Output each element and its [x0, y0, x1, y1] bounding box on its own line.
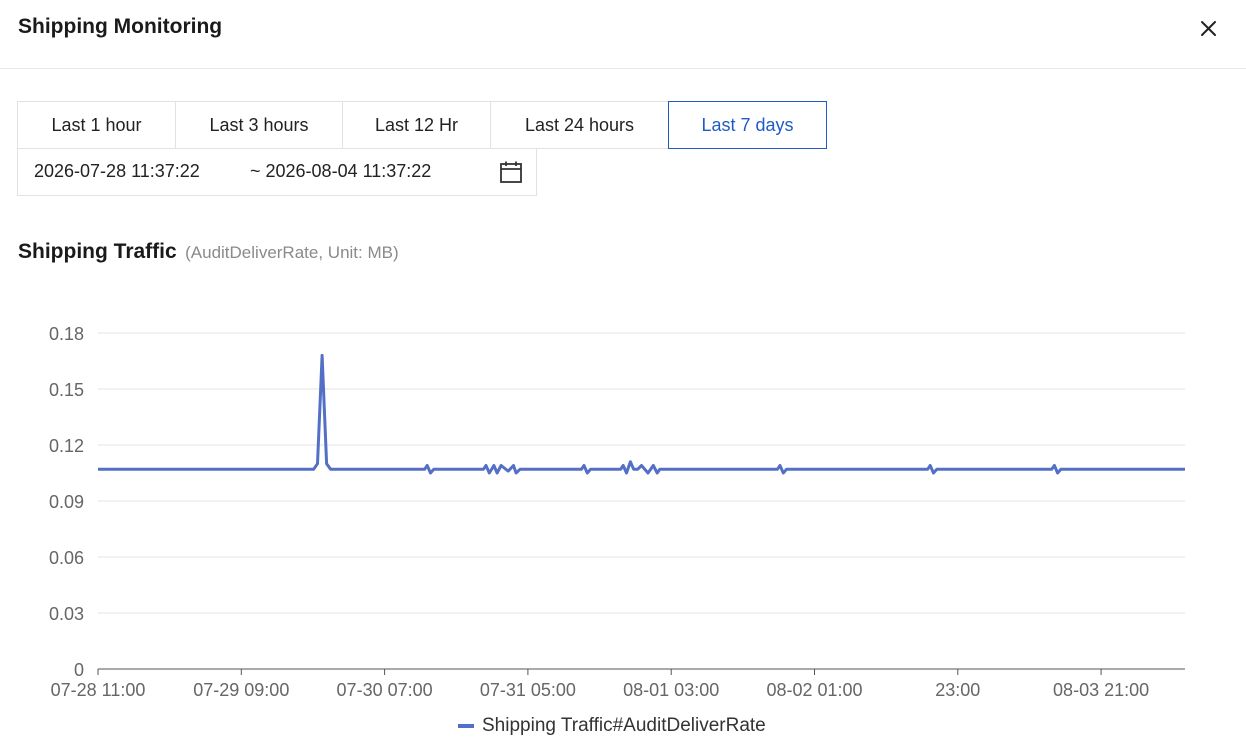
close-icon[interactable]: [1196, 16, 1222, 42]
chart-title: Shipping Traffic (AuditDeliverRate, Unit…: [18, 240, 399, 264]
x-tick-label: 07-30 07:00: [337, 680, 433, 700]
y-tick-label: 0.09: [49, 492, 84, 512]
y-tick-label: 0.15: [49, 380, 84, 400]
calendar-icon[interactable]: [499, 160, 523, 184]
x-tick-label: 08-02 01:00: [766, 680, 862, 700]
chart-title-main: Shipping Traffic: [18, 240, 177, 263]
y-tick-label: 0.12: [49, 436, 84, 456]
x-tick-label: 23:00: [935, 680, 980, 700]
x-tick-label: 08-01 03:00: [623, 680, 719, 700]
x-tick-label: 07-29 09:00: [193, 680, 289, 700]
legend-label: Shipping Traffic#AuditDeliverRate: [482, 715, 766, 736]
date-end: ~ 2026-08-04 11:37:22: [250, 161, 432, 181]
x-tick-label: 07-28 11:00: [51, 680, 146, 700]
range-last-3-hours[interactable]: Last 3 hours: [175, 101, 343, 149]
y-tick-label: 0.18: [49, 324, 84, 344]
range-last-24-hours[interactable]: Last 24 hours: [490, 101, 669, 149]
y-tick-label: 0.06: [49, 548, 84, 568]
legend-swatch: [458, 724, 474, 728]
range-last-12-hr[interactable]: Last 12 Hr: [342, 101, 491, 149]
y-tick-label: 0: [74, 660, 84, 680]
chart-legend-item[interactable]: Shipping Traffic#AuditDeliverRate: [458, 715, 766, 737]
dialog-title: Shipping Monitoring: [18, 15, 223, 38]
dialog-header: Shipping Monitoring: [0, 0, 1246, 69]
series-line: [98, 353, 1185, 475]
chart-title-subtitle: (AuditDeliverRate, Unit: MB): [185, 243, 399, 262]
x-tick-label: 08-03 21:00: [1053, 680, 1149, 700]
range-last-1-hour[interactable]: Last 1 hour: [17, 101, 176, 149]
date-start: 2026-07-28 11:37:22: [34, 161, 200, 181]
x-tick-label: 07-31 05:00: [480, 680, 576, 700]
date-range-picker[interactable]: 2026-07-28 11:37:22 ~ 2026-08-04 11:37:2…: [17, 148, 537, 196]
y-tick-label: 0.03: [49, 604, 84, 624]
time-range-selector: Last 1 hour Last 3 hours Last 12 Hr Last…: [17, 101, 827, 149]
traffic-line-chart: 0 0.03 0.06 0.09 0.12 0.15 0.18 07-28 11:00 07-2…: [49, 324, 1185, 700]
range-last-7-days[interactable]: Last 7 days: [668, 101, 827, 149]
